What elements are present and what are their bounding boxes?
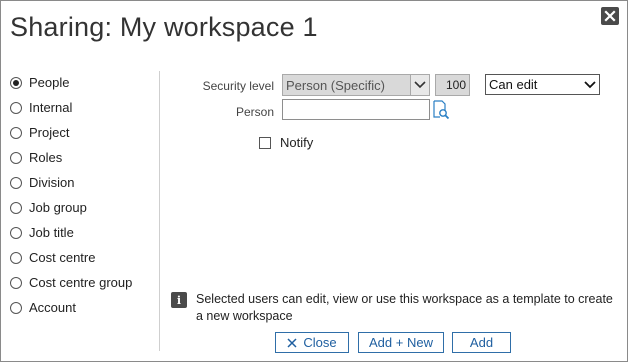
radio-label: Division bbox=[29, 175, 75, 190]
chevron-down-icon bbox=[410, 75, 429, 95]
radio-button[interactable] bbox=[10, 126, 22, 139]
notify-checkbox[interactable] bbox=[259, 136, 271, 149]
person-label: Person bbox=[235, 105, 274, 119]
person-field[interactable] bbox=[282, 99, 430, 120]
security-level-select: Person (Specific) bbox=[282, 74, 430, 96]
dialog-title: Sharing: My workspace 1 bbox=[10, 12, 318, 42]
add-new-button[interactable]: Add + New bbox=[358, 332, 444, 353]
radio-label: Account bbox=[29, 300, 76, 315]
sharing-dialog: Sharing: My workspace 1 People Internal … bbox=[0, 0, 628, 362]
radio-button[interactable] bbox=[10, 201, 22, 214]
radio-label: Cost centre group bbox=[29, 275, 133, 290]
radio-button[interactable] bbox=[10, 151, 22, 164]
radio-division[interactable]: Division bbox=[10, 170, 160, 195]
lookup-icon[interactable] bbox=[432, 100, 450, 120]
security-level-label: Security level bbox=[202, 79, 274, 93]
close-button[interactable]: Close bbox=[275, 332, 349, 353]
share-type-list: People Internal Project Roles Division J… bbox=[10, 70, 160, 320]
permission-select[interactable]: Can edit bbox=[485, 74, 600, 95]
add-new-button-label: Add + New bbox=[369, 335, 433, 350]
close-button-label: Close bbox=[303, 335, 337, 350]
radio-project[interactable]: Project bbox=[10, 120, 160, 145]
notify-checkbox-row[interactable]: Notify bbox=[259, 135, 313, 150]
permission-value: Can edit bbox=[489, 77, 538, 92]
radio-button[interactable] bbox=[10, 226, 22, 239]
radio-job-group[interactable]: Job group bbox=[10, 195, 160, 220]
radio-button[interactable] bbox=[10, 301, 22, 314]
radio-button[interactable] bbox=[10, 251, 22, 264]
radio-label: Project bbox=[29, 125, 70, 140]
radio-button[interactable] bbox=[10, 76, 22, 89]
info-message: Selected users can edit, view or use thi… bbox=[196, 292, 613, 323]
radio-button[interactable] bbox=[10, 276, 22, 289]
add-button-label: Add bbox=[469, 335, 494, 350]
radio-roles[interactable]: Roles bbox=[10, 145, 160, 170]
radio-button[interactable] bbox=[10, 176, 22, 189]
radio-label: Internal bbox=[29, 100, 73, 115]
radio-cost-centre-group[interactable]: Cost centre group bbox=[10, 270, 160, 295]
radio-label: Roles bbox=[29, 150, 63, 165]
close-icon bbox=[287, 337, 297, 348]
radio-internal[interactable]: Internal bbox=[10, 95, 160, 120]
radio-cost-centre[interactable]: Cost centre bbox=[10, 245, 160, 270]
radio-button[interactable] bbox=[10, 101, 22, 114]
security-level-value: Person (Specific) bbox=[286, 77, 385, 93]
radio-label: Job group bbox=[29, 200, 87, 215]
radio-label: Cost centre bbox=[29, 250, 96, 265]
radio-account[interactable]: Account bbox=[10, 295, 160, 320]
chevron-down-icon[interactable] bbox=[583, 77, 597, 92]
security-level-number: 100 bbox=[435, 74, 470, 96]
radio-job-title[interactable]: Job title bbox=[10, 220, 160, 245]
radio-label: People bbox=[29, 75, 70, 90]
info-icon: i bbox=[171, 292, 187, 308]
vertical-divider bbox=[159, 71, 160, 351]
radio-people[interactable]: People bbox=[10, 70, 160, 95]
add-button[interactable]: Add bbox=[452, 332, 511, 353]
close-icon[interactable] bbox=[601, 7, 619, 25]
radio-label: Job title bbox=[29, 225, 74, 240]
notify-label: Notify bbox=[280, 135, 314, 150]
